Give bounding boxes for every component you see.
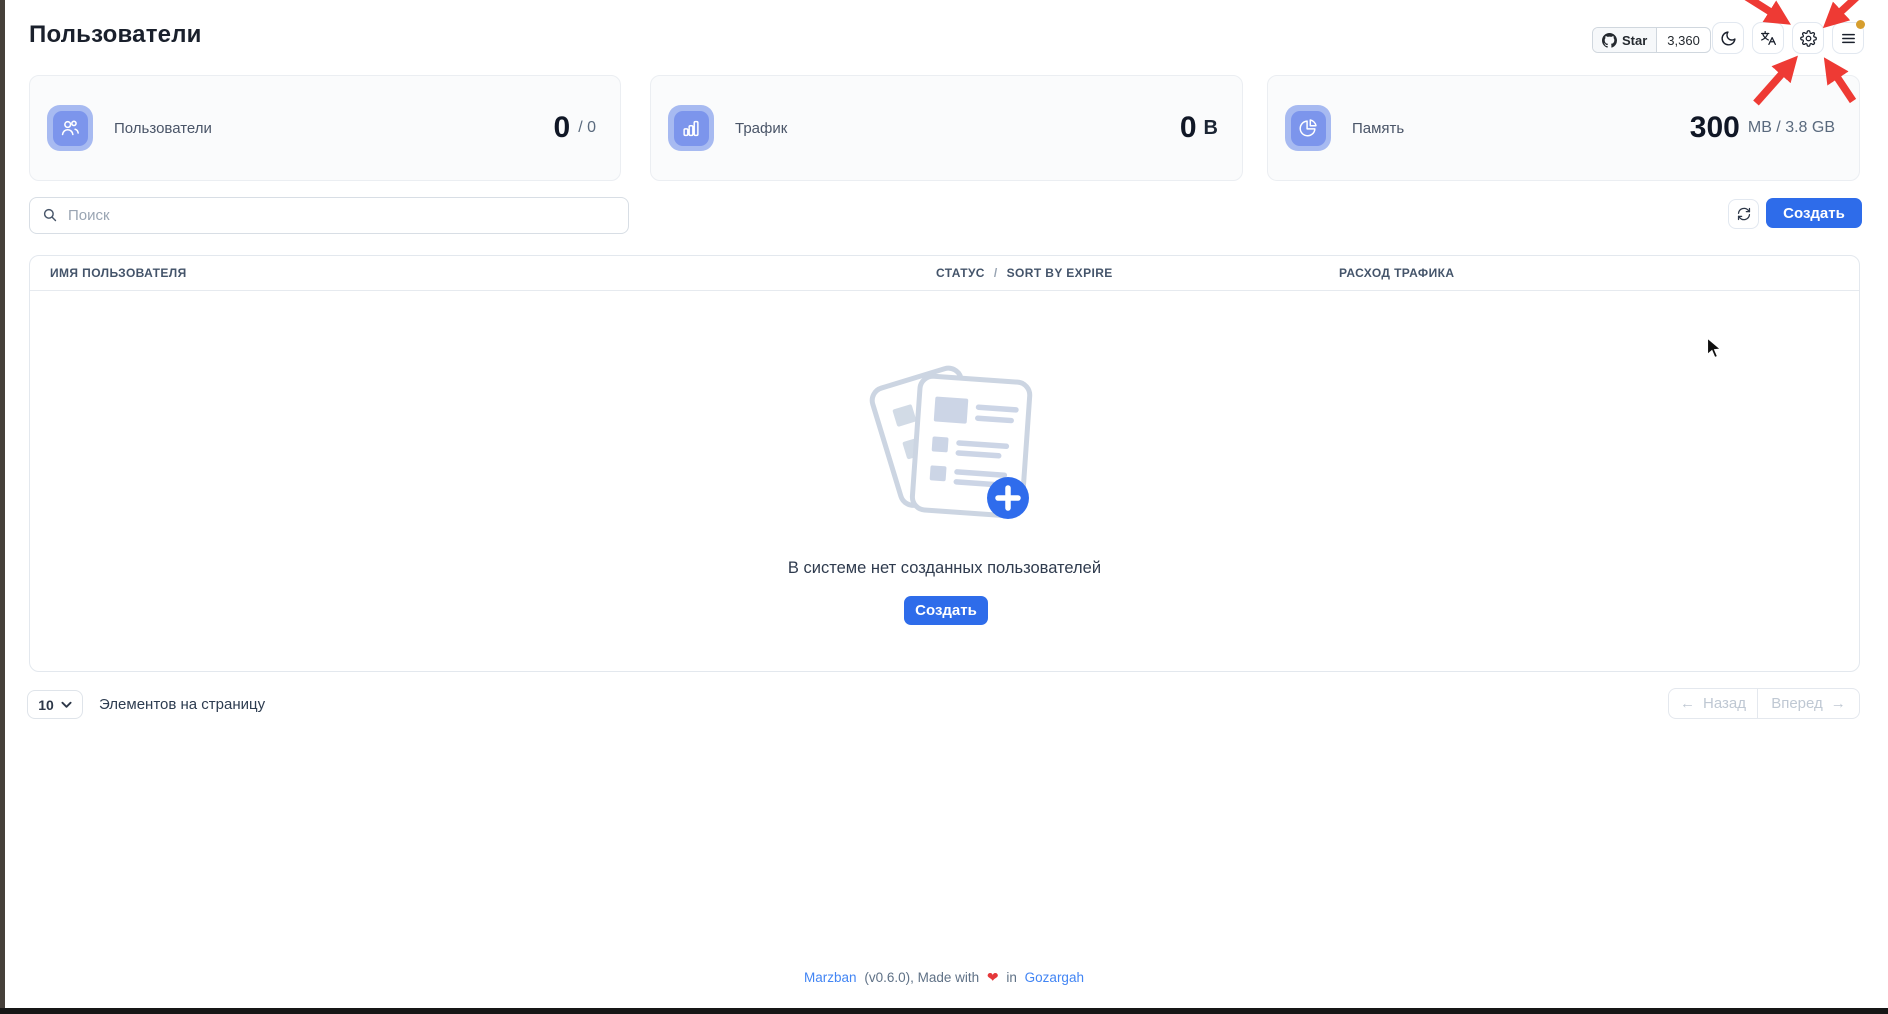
menu-icon — [1840, 30, 1857, 47]
documents-plus-illustration — [840, 351, 1050, 534]
github-star-button[interactable]: Star — [1593, 28, 1657, 52]
stat-value-traffic: 0 B — [1180, 76, 1218, 180]
stat-card-traffic: Трафик 0 B — [650, 75, 1243, 181]
search-box — [29, 197, 629, 234]
page-size-select[interactable]: 10 — [27, 690, 83, 719]
translate-icon — [1759, 29, 1777, 47]
footer: Marzban (v0.6.0), Made with ❤ in Gozarga… — [0, 969, 1888, 986]
pager: ← Назад Вперед → — [1668, 688, 1860, 719]
footer-link-gozargah[interactable]: Gozargah — [1025, 970, 1084, 985]
arrow-right-icon: → — [1831, 695, 1846, 712]
empty-state-create-button[interactable]: Создать — [904, 596, 988, 625]
chevron-down-icon — [61, 701, 72, 709]
column-header-traffic-usage[interactable]: РАСХОД ТРАФИКА — [1339, 256, 1454, 290]
language-button[interactable] — [1752, 22, 1784, 54]
users-icon — [47, 105, 93, 151]
notification-dot — [1856, 20, 1865, 29]
refresh-icon — [1736, 206, 1752, 222]
plus-circle-icon — [987, 477, 1029, 519]
column-header-username[interactable]: ИМЯ ПОЛЬЗОВАТЕЛЯ — [50, 256, 187, 290]
bar-chart-icon — [668, 105, 714, 151]
stat-label-traffic: Трафик — [735, 76, 787, 180]
prev-page-button[interactable]: ← Назад — [1669, 689, 1758, 718]
search-input[interactable] — [29, 197, 629, 234]
heart-icon: ❤ — [987, 969, 999, 985]
arrow-left-icon: ← — [1680, 695, 1695, 712]
marzban-users-page: { "page": { "title": "Пользователи" }, "… — [0, 0, 1888, 1014]
settings-gear-icon — [1800, 30, 1817, 47]
dark-mode-button[interactable] — [1712, 22, 1744, 54]
next-page-button[interactable]: Вперед → — [1758, 689, 1859, 718]
per-page-label: Элементов на страницу — [99, 690, 265, 719]
stat-card-users: Пользователи 0 / 0 — [29, 75, 621, 181]
github-star-widget: Star 3,360 — [1592, 27, 1711, 53]
stat-value-users: 0 / 0 — [554, 76, 596, 180]
pie-chart-icon — [1285, 105, 1331, 151]
stat-value-memory: 300 MB / 3.8 GB — [1690, 76, 1835, 180]
page-title: Пользователи — [29, 21, 202, 49]
footer-version-text: (v0.6.0), Made with — [864, 970, 979, 985]
window-edge-left — [0, 0, 5, 1014]
refresh-button[interactable] — [1728, 199, 1759, 229]
stat-label-memory: Память — [1352, 76, 1404, 180]
stat-card-memory: Память 300 MB / 3.8 GB — [1267, 75, 1860, 181]
settings-button[interactable] — [1792, 22, 1824, 54]
footer-link-marzban[interactable]: Marzban — [804, 970, 857, 985]
github-icon — [1602, 33, 1617, 48]
create-user-button[interactable]: Создать — [1766, 198, 1862, 228]
page-size-value: 10 — [38, 697, 54, 713]
users-table: ИМЯ ПОЛЬЗОВАТЕЛЯ СТАТУС / SORT BY EXPIRE… — [29, 255, 1860, 672]
moon-icon — [1720, 30, 1737, 47]
window-edge-bottom — [0, 1008, 1888, 1014]
github-star-count[interactable]: 3,360 — [1657, 28, 1710, 52]
github-star-label: Star — [1622, 33, 1647, 48]
column-header-status-sort[interactable]: СТАТУС / SORT BY EXPIRE — [936, 256, 1113, 290]
empty-state-message: В системе нет созданных пользователей — [30, 559, 1859, 578]
footer-in-text: in — [1006, 970, 1017, 985]
table-header-row: ИМЯ ПОЛЬЗОВАТЕЛЯ СТАТУС / SORT BY EXPIRE… — [30, 256, 1859, 291]
stat-label-users: Пользователи — [114, 76, 212, 180]
